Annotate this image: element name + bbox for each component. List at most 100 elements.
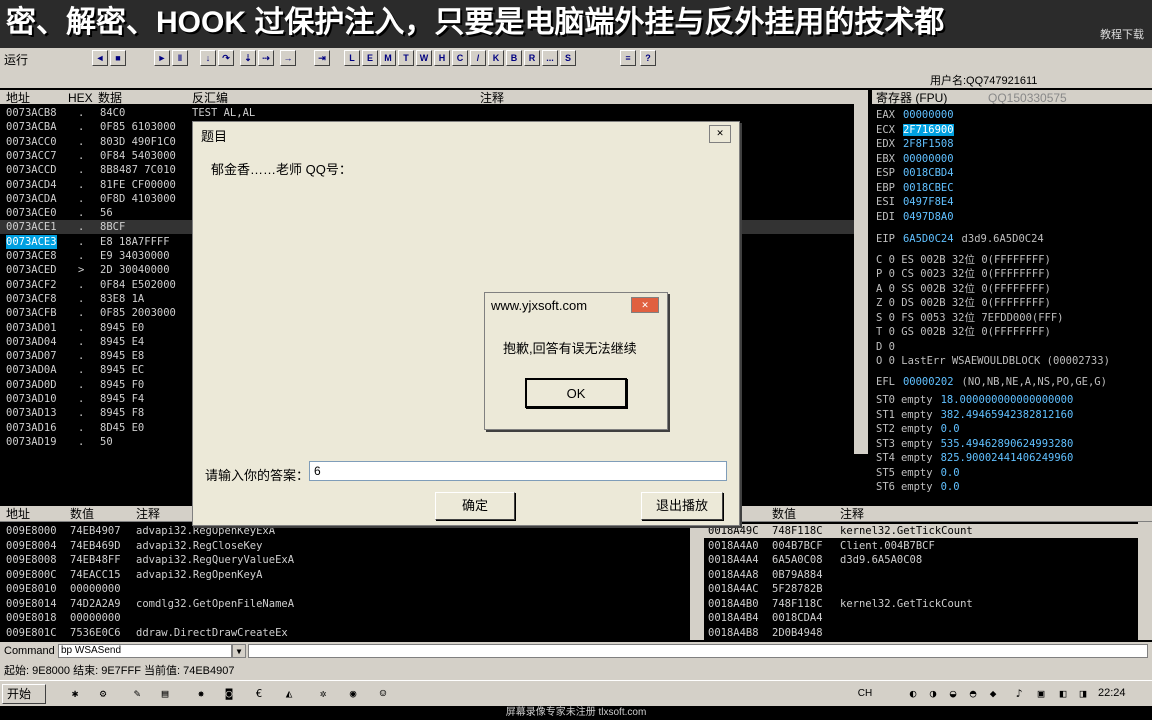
register-value[interactable]: 0497D8A0 [903, 211, 954, 223]
command-input[interactable]: bp WSASend [58, 644, 232, 658]
run-icon[interactable]: ► [154, 50, 170, 66]
flag-row[interactable]: D 0 [876, 340, 895, 354]
flag-row[interactable]: Z 0 DS 002B 32位 0(FFFFFFFF) [876, 296, 1051, 310]
flag-row[interactable]: T 0 GS 002B 32位 0(FFFFFFFF) [876, 325, 1051, 339]
tray-icon[interactable]: ◐ [906, 687, 920, 701]
stack-pane[interactable]: 0018A49C 748F118C kernel32.GetTickCount 001… [704, 522, 1152, 640]
flag-row[interactable]: S 0 FS 0053 32位 7EFDD000(FFF) [876, 311, 1064, 325]
flag-row[interactable]: A 0 SS 002B 32位 0(FFFFFFFF) [876, 282, 1051, 296]
toolbar-button[interactable]: L [344, 50, 360, 66]
disasm-row[interactable]: 0073ACB8. 84C0 TEST AL,AL [0, 106, 868, 120]
stack-row[interactable]: 0018A4B0 748F118C kernel32.GetTickCount [704, 597, 1138, 611]
toolbar-button[interactable]: T [398, 50, 414, 66]
register-ebp[interactable]: EBP 0018CBEC [876, 181, 954, 195]
register-value[interactable]: 0018CBD4 [903, 167, 954, 179]
register-value[interactable]: 00000000 [903, 109, 954, 121]
toolbar-button[interactable]: S [560, 50, 576, 66]
tray-icon[interactable]: ◨ [1076, 687, 1090, 701]
app-icon[interactable]: ✎ [130, 687, 144, 701]
app-icon[interactable]: ◙ [222, 687, 236, 701]
register-value[interactable]: 0.0 [941, 481, 960, 493]
chevron-down-icon[interactable]: ▼ [232, 644, 246, 658]
register-ecx[interactable]: ECX 2F716900 [876, 123, 954, 137]
stack-scrollbar[interactable] [1138, 522, 1152, 640]
register-value[interactable]: 18.000000000000000000 [941, 394, 1074, 406]
toolbar-button[interactable]: C [452, 50, 468, 66]
restart-icon[interactable]: ◄ [92, 50, 108, 66]
toolbar-button[interactable]: ... [542, 50, 558, 66]
stack-row[interactable]: 0018A49C 748F118C kernel32.GetTickCount [704, 524, 1138, 538]
fpu-register[interactable]: ST3 empty 535.49462890624993280 [876, 437, 1073, 451]
tray-icon[interactable]: ◒ [946, 687, 960, 701]
toolbar-button[interactable]: B [506, 50, 522, 66]
answer-input[interactable]: 6 [309, 461, 727, 481]
register-value[interactable]: 0.0 [941, 423, 960, 435]
app-icon[interactable]: ◉ [346, 687, 360, 701]
stack-row[interactable]: 0018A4A4 6A5A0C08 d3d9.6A5A0C08 [704, 553, 1138, 567]
close-icon[interactable]: ✕ [709, 125, 731, 143]
register-eax[interactable]: EAX 00000000 [876, 108, 954, 122]
trace-over-icon[interactable]: ⇢ [258, 50, 274, 66]
dump-scrollbar[interactable] [690, 522, 704, 640]
qq-icon[interactable]: ☺ [376, 687, 390, 701]
fpu-register[interactable]: ST1 empty 382.49465942382812160 [876, 408, 1073, 422]
fpu-register[interactable]: ST2 empty 0.0 [876, 422, 960, 436]
app-icon[interactable]: ▤ [158, 687, 172, 701]
options-icon[interactable]: ≡ [620, 50, 636, 66]
register-value[interactable]: 0.0 [941, 467, 960, 479]
toolbar-button[interactable]: K [488, 50, 504, 66]
tray-icon[interactable]: ◆ [986, 687, 1000, 701]
close-icon[interactable]: ■ [110, 50, 126, 66]
dump-row[interactable]: 009E8004 74EB469D advapi32.RegCloseKey [0, 539, 688, 553]
stack-row[interactable]: 0018A4AC 5F28782B [704, 582, 1138, 596]
fpu-register[interactable]: ST4 empty 825.90002441406249960 [876, 451, 1073, 465]
goto-icon[interactable]: ⇥ [314, 50, 330, 66]
close-icon[interactable]: ✕ [631, 297, 659, 313]
toolbar-button[interactable]: E [362, 50, 378, 66]
dump-row[interactable]: 009E801C 7536E0C6 ddraw.DirectDrawCreateEx [0, 626, 688, 640]
bug-icon[interactable]: ✲ [316, 687, 330, 701]
network-icon[interactable]: ▣ [1034, 687, 1048, 701]
toolbar-button[interactable]: R [524, 50, 540, 66]
register-value[interactable]: 6A5D0C24 [903, 233, 954, 245]
register-efl[interactable]: EFL 00000202 (NO,NB,NE,A,NS,PO,GE,G) [876, 375, 1107, 389]
pause-icon[interactable]: ‖ [172, 50, 188, 66]
toolbar-button[interactable]: / [470, 50, 486, 66]
app-icon[interactable]: ✸ [194, 687, 208, 701]
register-value[interactable]: 825.90002441406249960 [941, 452, 1074, 464]
register-value[interactable]: 0018CBEC [903, 182, 954, 194]
registers-pane[interactable]: EAX 00000000 ECX 2F716900 EDX 2F8F1508 EBX 0000… [872, 104, 1152, 504]
register-esi[interactable]: ESI 0497F8E4 [876, 195, 954, 209]
disasm-scrollbar[interactable] [854, 104, 868, 454]
execute-till-return-icon[interactable]: → [280, 50, 296, 66]
exit-playback-button[interactable]: 退出播放 [641, 492, 723, 520]
app-icon[interactable]: ✱ [68, 687, 82, 701]
flag-row[interactable]: C 0 ES 002B 32位 0(FFFFFFFF) [876, 253, 1051, 267]
app-icon[interactable]: ◭ [282, 687, 296, 701]
toolbar-button[interactable]: H [434, 50, 450, 66]
register-esp[interactable]: ESP 0018CBD4 [876, 166, 954, 180]
language-indicator[interactable]: CH [856, 687, 874, 701]
tray-icon[interactable]: ◧ [1056, 687, 1070, 701]
confirm-button[interactable]: 确定 [435, 492, 515, 520]
ok-button[interactable]: OK [525, 378, 627, 408]
tray-icon[interactable]: ◑ [926, 687, 940, 701]
flag-row[interactable]: O 0 LastErr WSAEWOULDBLOCK (00002733) [876, 354, 1110, 368]
register-edi[interactable]: EDI 0497D8A0 [876, 210, 954, 224]
register-edx[interactable]: EDX 2F8F1508 [876, 137, 954, 151]
register-value[interactable]: 00000000 [903, 153, 954, 165]
step-over-icon[interactable]: ↷ [218, 50, 234, 66]
dump-row[interactable]: 009E8008 74EB48FF advapi32.RegQueryValueEx… [0, 553, 688, 567]
stack-row[interactable]: 0018A4A0 004B7BCF Client.004B7BCF [704, 539, 1138, 553]
trace-into-icon[interactable]: ⇣ [240, 50, 256, 66]
fpu-register[interactable]: ST5 empty 0.0 [876, 466, 960, 480]
register-value[interactable]: 2F716900 [902, 123, 954, 136]
dump-row[interactable]: 009E800C 74EACC15 advapi32.RegOpenKeyA [0, 568, 688, 582]
register-value[interactable]: 0497F8E4 [903, 196, 954, 208]
app-icon[interactable]: € [252, 687, 266, 701]
flag-row[interactable]: P 0 CS 0023 32位 0(FFFFFFFF) [876, 267, 1051, 281]
dump-row[interactable]: 009E8010 00000000 [0, 582, 688, 596]
step-into-icon[interactable]: ↓ [200, 50, 216, 66]
stack-row[interactable]: 0018A4B8 2D0B4948 [704, 626, 1138, 640]
dump-row[interactable]: 009E8014 74D2A2A9 comdlg32.GetOpenFileName… [0, 597, 688, 611]
